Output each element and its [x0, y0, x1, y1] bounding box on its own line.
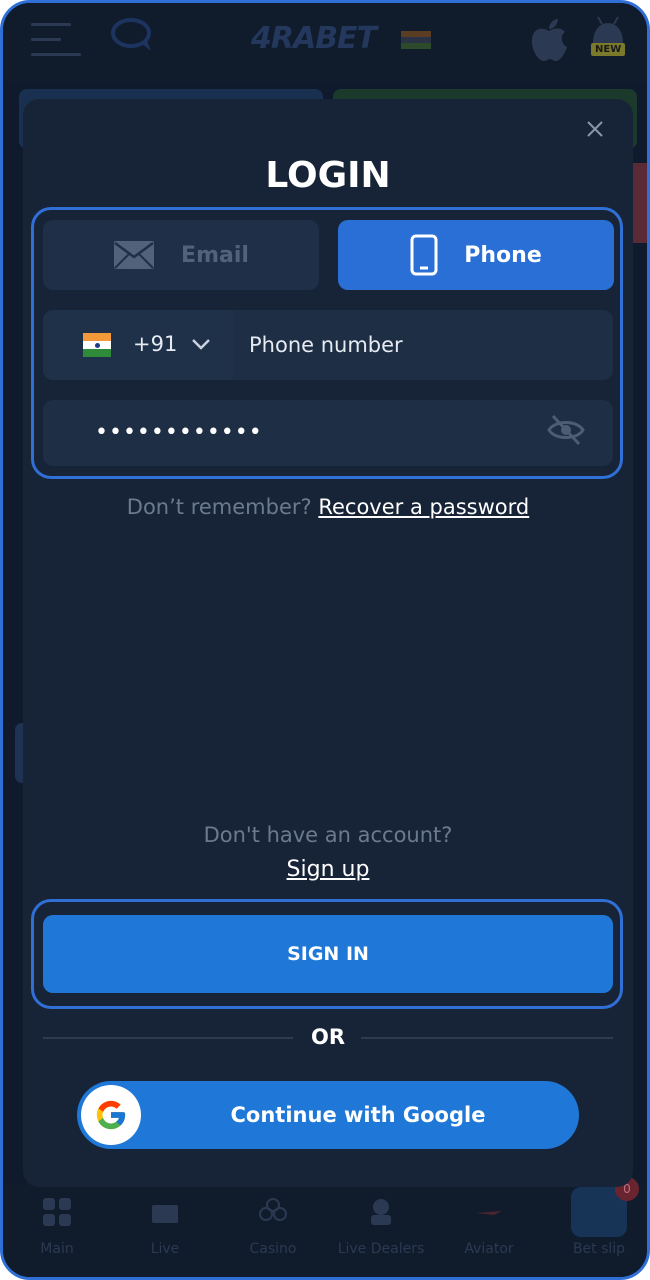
nav-item-bet-slip[interactable]: Bet slip — [549, 1241, 647, 1257]
password-value: •••••••••••• — [95, 420, 263, 445]
nav-label: Casino — [249, 1241, 297, 1257]
sign-in-highlight: SIGN IN — [31, 899, 623, 1009]
menu-icon[interactable] — [31, 23, 83, 57]
brand-logo[interactable]: 4RABET — [251, 21, 377, 56]
no-account-text: Don't have an account? — [203, 823, 453, 847]
india-flag-icon — [83, 333, 111, 357]
nav-label: Live Dealers — [337, 1241, 425, 1257]
modal-title: LOGIN — [265, 155, 391, 196]
google-icon — [81, 1085, 141, 1145]
eye-off-icon[interactable] — [547, 414, 585, 450]
country-code-select[interactable]: +91 — [43, 310, 233, 380]
recover-row: Don’t remember? Recover a password — [23, 495, 633, 519]
apple-icon[interactable] — [529, 17, 569, 67]
divider — [361, 1037, 613, 1039]
nav-label: Main — [40, 1241, 74, 1257]
google-button-label: Continue with Google — [230, 1103, 486, 1127]
login-modal: LOGIN Email Phone +91 Phone number •••••… — [23, 99, 633, 1187]
country-code: +91 — [133, 332, 178, 356]
grid-icon — [43, 1198, 71, 1226]
nav-item-live[interactable]: Live — [115, 1197, 215, 1257]
sign-in-button[interactable]: SIGN IN — [43, 915, 613, 993]
close-icon — [587, 121, 603, 137]
plane-icon — [476, 1211, 502, 1215]
club-icon — [259, 1198, 287, 1221]
nav-label: Bet slip — [572, 1241, 626, 1257]
remember-text: Don’t remember? — [126, 495, 312, 519]
tab-label: Phone — [464, 242, 542, 268]
background-accent — [633, 163, 647, 243]
nav-label: Aviator — [464, 1241, 514, 1257]
nav-item-aviator[interactable]: Aviator — [439, 1197, 539, 1257]
close-button[interactable] — [583, 117, 607, 141]
tab-email[interactable]: Email — [43, 220, 319, 290]
phone-field: +91 — [43, 310, 613, 380]
tab-phone[interactable]: Phone — [338, 220, 614, 290]
google-signin-button[interactable]: Continue with Google — [77, 1081, 579, 1149]
nav-item-casino[interactable]: Casino — [223, 1197, 323, 1257]
phone-number-input[interactable] — [233, 310, 613, 380]
phone-icon — [410, 234, 438, 276]
bottom-navigation: Main Live Casino Live Dealers Aviator 0 … — [3, 1177, 647, 1277]
new-badge: NEW — [591, 43, 626, 56]
chevron-down-icon — [192, 339, 210, 350]
language-flag-icon[interactable] — [401, 31, 431, 49]
stadium-icon — [152, 1205, 178, 1223]
recover-password-link[interactable]: Recover a password — [318, 495, 529, 519]
sign-up-link[interactable]: Sign up — [23, 857, 633, 882]
app-header: 4RABET NEW — [3, 3, 647, 83]
phone-frame: 4RABET NEW Main Live Casino Live Dealers — [0, 0, 650, 1280]
envelope-icon — [113, 240, 155, 270]
nav-item-live-dealers[interactable]: Live Dealers — [331, 1197, 431, 1257]
tab-label: Email — [181, 242, 249, 268]
nav-label: Live — [150, 1241, 180, 1257]
chat-icon[interactable] — [111, 17, 155, 57]
login-form: Email Phone +91 Phone number •••••••••••… — [31, 207, 623, 479]
dealer-icon — [371, 1199, 391, 1225]
nav-item-main[interactable]: Main — [7, 1197, 107, 1257]
password-field[interactable]: •••••••••••• — [43, 400, 613, 466]
